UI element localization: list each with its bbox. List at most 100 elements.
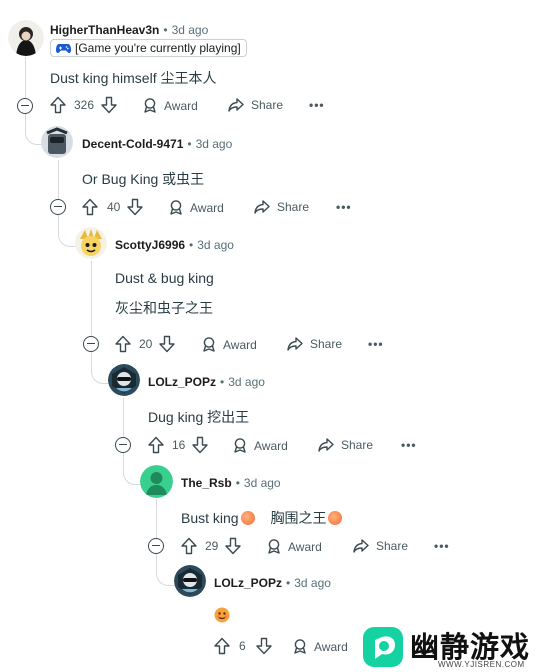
- peach-emoji: [328, 511, 343, 525]
- award-button[interactable]: Award: [169, 200, 224, 215]
- peach-emoji: [240, 511, 255, 525]
- upvote-icon[interactable]: [50, 96, 66, 114]
- timestamp[interactable]: 3d ago: [228, 375, 265, 389]
- downvote-icon[interactable]: [255, 637, 272, 655]
- collapse-thread-button[interactable]: [17, 98, 33, 114]
- upvote-icon[interactable]: [181, 537, 197, 555]
- award-icon: [268, 539, 280, 554]
- more-options-button[interactable]: •••: [401, 438, 417, 452]
- comment-text: 胸围之王: [270, 510, 327, 526]
- comment-body: Dug king 挖出王: [148, 409, 250, 425]
- share-button[interactable]: Share: [228, 98, 283, 112]
- face-emoji-icon: [214, 607, 230, 623]
- vote-count: 16: [172, 438, 186, 452]
- share-label: Share: [310, 337, 343, 351]
- vote-count: 20: [139, 337, 153, 351]
- avatar[interactable]: [75, 227, 107, 259]
- award-icon: [144, 98, 156, 113]
- author-name[interactable]: HigherThanHeav3n: [50, 23, 159, 37]
- vote-bar: 20: [115, 335, 176, 353]
- timestamp[interactable]: 3d ago: [244, 476, 281, 490]
- share-label: Share: [341, 438, 374, 452]
- author-name[interactable]: ScottyJ6996: [115, 238, 185, 252]
- author-name[interactable]: LOLz_POPz: [148, 375, 216, 389]
- share-button[interactable]: Share: [318, 438, 373, 452]
- downvote-icon[interactable]: [192, 436, 209, 454]
- upvote-icon[interactable]: [115, 335, 131, 353]
- timestamp[interactable]: 3d ago: [197, 238, 234, 252]
- vote-count: 29: [205, 539, 219, 553]
- collapse-thread-button[interactable]: [115, 437, 131, 453]
- share-icon: [318, 438, 334, 452]
- avatar[interactable]: [8, 20, 44, 56]
- award-button[interactable]: Award: [233, 438, 288, 453]
- comment-body: Dust king himself 尘王本人: [50, 70, 217, 86]
- vote-bar: 29: [181, 537, 242, 555]
- award-icon: [234, 438, 246, 453]
- timestamp[interactable]: 3d ago: [294, 576, 331, 590]
- upvote-icon[interactable]: [82, 198, 98, 216]
- award-button[interactable]: Award: [267, 539, 322, 554]
- downvote-icon[interactable]: [225, 537, 242, 555]
- share-button[interactable]: Share: [353, 539, 408, 553]
- watermark-logo-icon: [363, 627, 403, 667]
- upvote-icon[interactable]: [214, 637, 230, 655]
- comment-body: Bust king 胸围之王: [181, 508, 343, 528]
- share-button[interactable]: Share: [287, 337, 342, 351]
- award-icon: [294, 639, 306, 654]
- award-button[interactable]: Award: [202, 337, 257, 352]
- share-button[interactable]: Share: [254, 200, 309, 214]
- downvote-icon[interactable]: [101, 96, 117, 114]
- more-options-button[interactable]: •••: [336, 200, 352, 214]
- downvote-icon[interactable]: [159, 335, 176, 353]
- share-icon: [287, 337, 303, 351]
- collapse-thread-button[interactable]: [148, 538, 164, 554]
- watermark: 幽静游戏 WWW.YJISREN.COM: [354, 622, 550, 672]
- more-options-button[interactable]: •••: [309, 98, 325, 112]
- comment-header: LOLz_POPz • 3d ago: [214, 576, 331, 590]
- vote-count: 6: [239, 639, 246, 653]
- author-name[interactable]: LOLz_POPz: [214, 576, 282, 590]
- comment-header: The_Rsb • 3d ago: [181, 476, 281, 490]
- avatar[interactable]: [108, 364, 140, 396]
- award-button[interactable]: Award: [143, 98, 198, 113]
- award-label: Award: [288, 539, 322, 554]
- more-options-button[interactable]: •••: [368, 337, 384, 351]
- vote-count: 326: [74, 98, 95, 112]
- vote-bar: 16: [148, 436, 209, 454]
- avatar[interactable]: [140, 465, 173, 498]
- share-icon: [353, 539, 369, 553]
- award-label: Award: [254, 438, 288, 453]
- share-icon: [228, 98, 244, 112]
- comment-body-line-2: 灰尘和虫子之王: [115, 300, 213, 316]
- award-label: Award: [164, 98, 198, 113]
- flair-text: [Game you're currently playing]: [75, 41, 241, 55]
- comment-header: LOLz_POPz • 3d ago: [148, 375, 265, 389]
- vote-count: 40: [107, 200, 121, 214]
- downvote-icon[interactable]: [127, 198, 144, 216]
- collapse-thread-button[interactable]: [83, 336, 99, 352]
- share-label: Share: [251, 98, 284, 112]
- avatar[interactable]: [174, 565, 206, 597]
- award-icon: [170, 200, 182, 215]
- comment-text: Bust king: [181, 510, 239, 526]
- user-flair: [Game you're currently playing]: [50, 39, 247, 57]
- author-name[interactable]: Decent-Cold-9471: [82, 137, 183, 151]
- more-options-button[interactable]: •••: [434, 539, 450, 553]
- watermark-url: WWW.YJISREN.COM: [438, 660, 525, 669]
- collapse-thread-button[interactable]: [50, 199, 66, 215]
- award-label: Award: [190, 200, 224, 215]
- vote-bar: 6: [214, 637, 272, 655]
- award-label: Award: [223, 337, 257, 352]
- share-label: Share: [277, 200, 310, 214]
- award-button[interactable]: Award: [293, 639, 348, 654]
- comment-header: ScottyJ6996 • 3d ago: [115, 238, 234, 252]
- upvote-icon[interactable]: [148, 436, 164, 454]
- timestamp[interactable]: 3d ago: [196, 137, 233, 151]
- avatar[interactable]: [41, 126, 73, 158]
- award-icon: [203, 337, 215, 352]
- share-icon: [254, 200, 270, 214]
- author-name[interactable]: The_Rsb: [181, 476, 232, 490]
- timestamp[interactable]: 3d ago: [172, 23, 209, 37]
- emoji-reaction: [214, 607, 230, 628]
